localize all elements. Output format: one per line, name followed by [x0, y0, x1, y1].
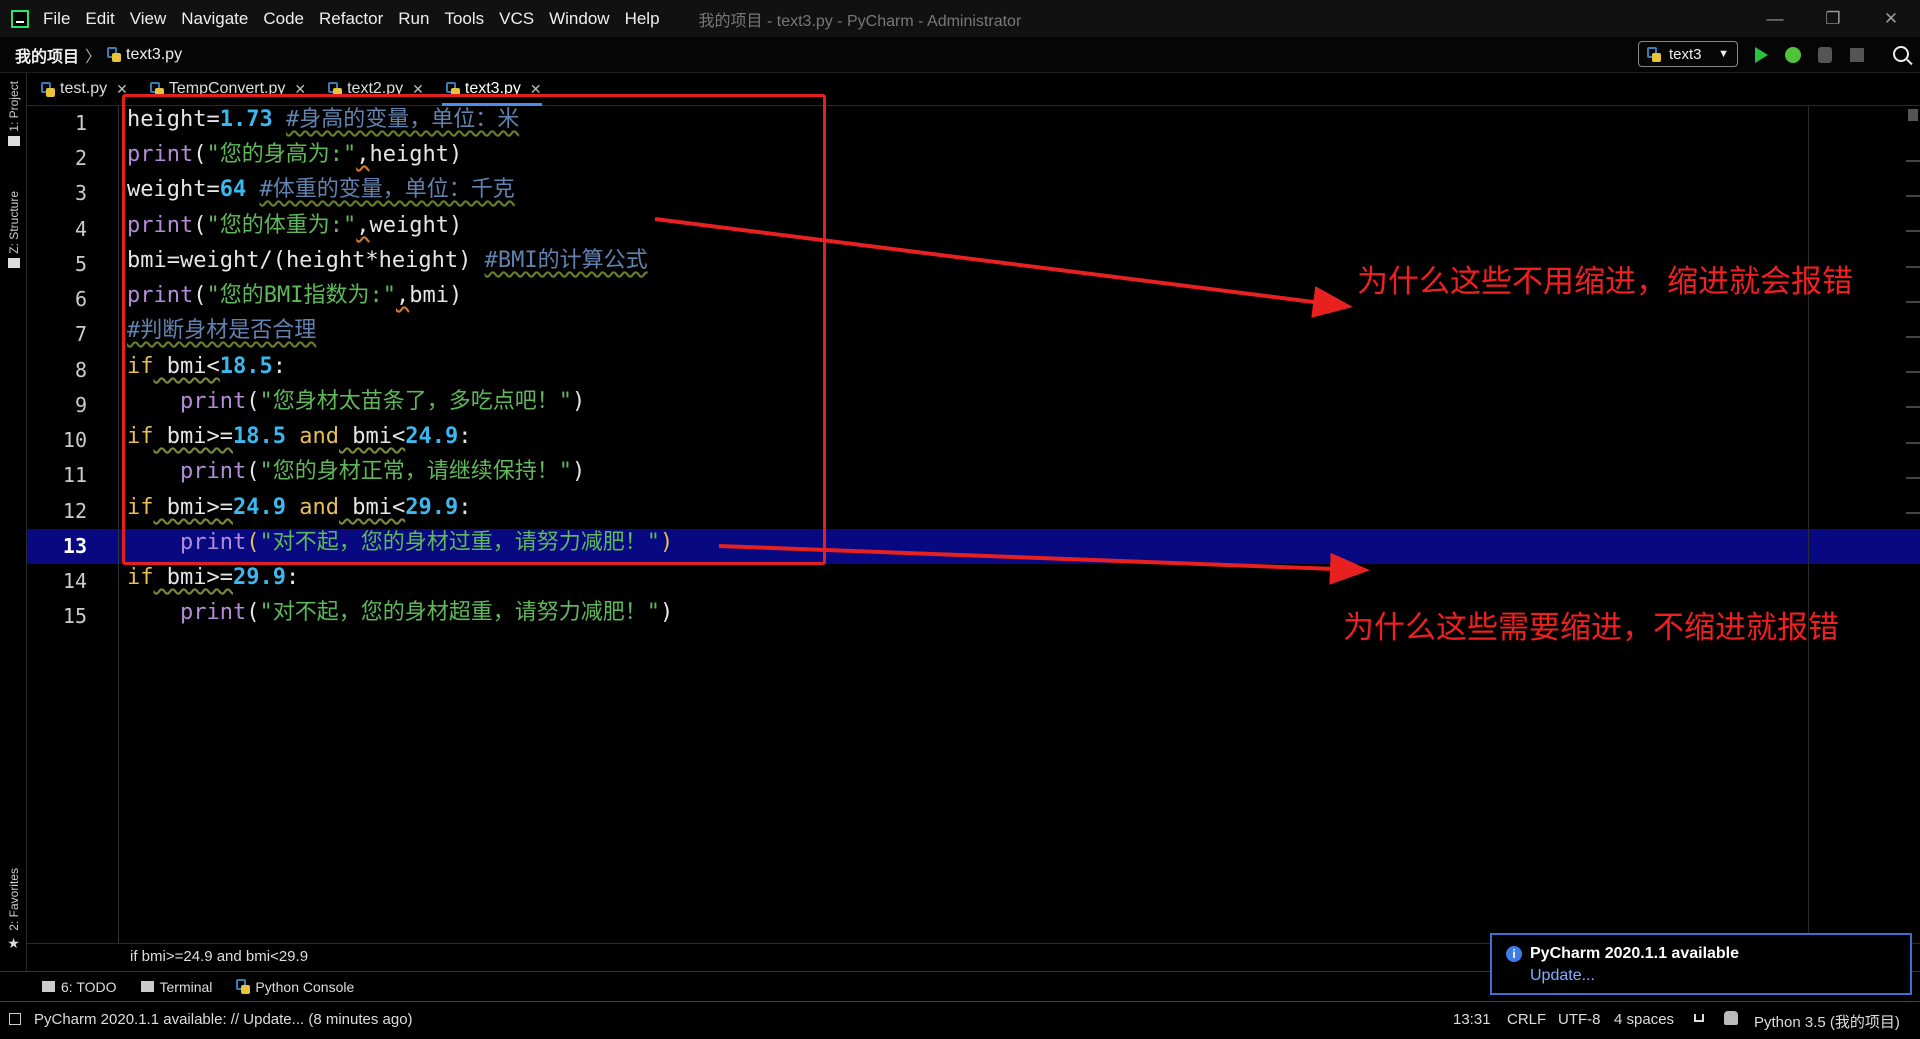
list-icon — [42, 981, 55, 992]
update-notification[interactable]: i PyCharm 2020.1.1 available Update... — [1490, 933, 1912, 995]
close-window-button[interactable]: ✕ — [1862, 0, 1920, 37]
tool-tab-todo-label: 6: TODO — [61, 978, 117, 995]
menu-view[interactable]: View — [130, 9, 167, 29]
window-title: 我的项目 - text3.py - PyCharm - Administrato… — [698, 12, 1022, 30]
breadcrumb: 我的项目 〉 text3.py — [15, 43, 182, 67]
python-file-icon — [1647, 46, 1661, 62]
tool-tab-favorites[interactable]: 2: Favorites ★ — [2, 868, 25, 952]
menu-help[interactable]: Help — [625, 9, 660, 29]
search-icon[interactable] — [1893, 46, 1909, 62]
minimize-button[interactable]: — — [1746, 0, 1804, 37]
restore-button[interactable]: ❐ — [1804, 0, 1862, 37]
annotation-arrow-bottom — [718, 544, 1370, 585]
run-icon[interactable] — [1755, 47, 1768, 63]
title-bar: File Edit View Navigate Code Refactor Ru… — [0, 0, 1920, 37]
line-separator[interactable]: CRLF — [1507, 1011, 1546, 1028]
breadcrumb-separator: 〉 — [85, 48, 102, 66]
menu-navigate[interactable]: Navigate — [181, 9, 248, 29]
python-console-icon — [236, 979, 251, 994]
status-message[interactable]: PyCharm 2020.1.1 available: // Update...… — [34, 1011, 413, 1028]
pycharm-logo-icon — [11, 9, 29, 28]
stop-icon[interactable] — [1850, 48, 1864, 62]
terminal-icon — [140, 981, 154, 992]
annotation-note-bottom: 为什么这些需要缩进，不缩进就报错 — [1343, 610, 1839, 646]
update-link[interactable]: Update... — [1530, 967, 1595, 985]
tool-tab-terminal[interactable]: Terminal — [140, 978, 213, 995]
unlock-icon[interactable] — [1694, 1014, 1704, 1022]
tab-test-py[interactable]: test.py ✕ — [27, 73, 136, 106]
chevron-down-icon: ▼ — [1718, 48, 1729, 60]
code-editor[interactable]: 1 2 3 4 5 6 7 8 9 10 11 12 13 14 15 heig… — [27, 94, 1920, 943]
annotation-arrow-top — [654, 217, 1353, 318]
notification-title: PyCharm 2020.1.1 available — [1530, 945, 1740, 962]
caret-position[interactable]: 13:31 — [1453, 1011, 1491, 1028]
window-controls: — ❐ ✕ — [1746, 0, 1920, 37]
tab-label: test.py — [60, 80, 108, 97]
python-file-icon — [41, 81, 55, 97]
python-interpreter[interactable]: Python 3.5 (我的项目) — [1754, 1011, 1900, 1032]
breadcrumb-file[interactable]: text3.py — [126, 46, 182, 64]
tool-tab-python-console-label: Python Console — [255, 978, 355, 995]
annotation-note-top: 为什么这些不用缩进，缩进就会报错 — [1357, 264, 1853, 300]
menu-file[interactable]: File — [43, 9, 70, 29]
menu-run[interactable]: Run — [398, 9, 429, 29]
tool-tab-structure-label: Z: Structure — [6, 191, 21, 254]
menu-vcs[interactable]: VCS — [499, 9, 534, 29]
menu-tools[interactable]: Tools — [444, 9, 484, 29]
python-file-icon — [107, 47, 122, 62]
hector-inspector-icon[interactable] — [1724, 1011, 1738, 1025]
menu-refactor[interactable]: Refactor — [319, 9, 383, 29]
menu-window[interactable]: Window — [549, 9, 609, 29]
annotation-arrows — [654, 217, 1370, 585]
tool-tab-structure[interactable]: Z: Structure — [2, 191, 25, 268]
left-tool-strip: 1: Project Z: Structure 2: Favorites ★ — [0, 73, 27, 971]
breadcrumb-project[interactable]: 我的项目 — [15, 43, 79, 67]
menu-edit[interactable]: Edit — [85, 9, 114, 29]
run-configuration-label: text3 — [1669, 45, 1702, 63]
toggle-tool-windows-icon[interactable] — [9, 1013, 21, 1025]
tool-tab-terminal-label: Terminal — [159, 978, 213, 995]
file-encoding[interactable]: UTF-8 — [1558, 1011, 1601, 1028]
tool-tab-project-label: 1: Project — [6, 81, 21, 132]
run-configuration-select[interactable]: text3 ▼ — [1638, 41, 1738, 67]
structure-icon — [7, 257, 20, 268]
debug-bug-icon[interactable] — [1785, 47, 1801, 63]
info-icon: i — [1506, 946, 1522, 962]
status-bar: PyCharm 2020.1.1 available: // Update...… — [0, 1001, 1920, 1039]
tool-tab-todo[interactable]: 6: TODO — [42, 979, 117, 995]
run-with-coverage-icon[interactable] — [1818, 47, 1832, 63]
tool-tab-favorites-label: 2: Favorites — [6, 868, 21, 931]
folder-icon — [7, 135, 20, 146]
navigation-bar: 我的项目 〉 text3.py text3 ▼ — [0, 37, 1920, 73]
tool-tab-python-console[interactable]: Python Console — [236, 979, 354, 995]
menu-code[interactable]: Code — [263, 9, 304, 29]
star-icon: ★ — [7, 934, 20, 951]
tool-tab-project[interactable]: 1: Project — [2, 81, 25, 146]
indent-setting[interactable]: 4 spaces — [1614, 1011, 1674, 1028]
